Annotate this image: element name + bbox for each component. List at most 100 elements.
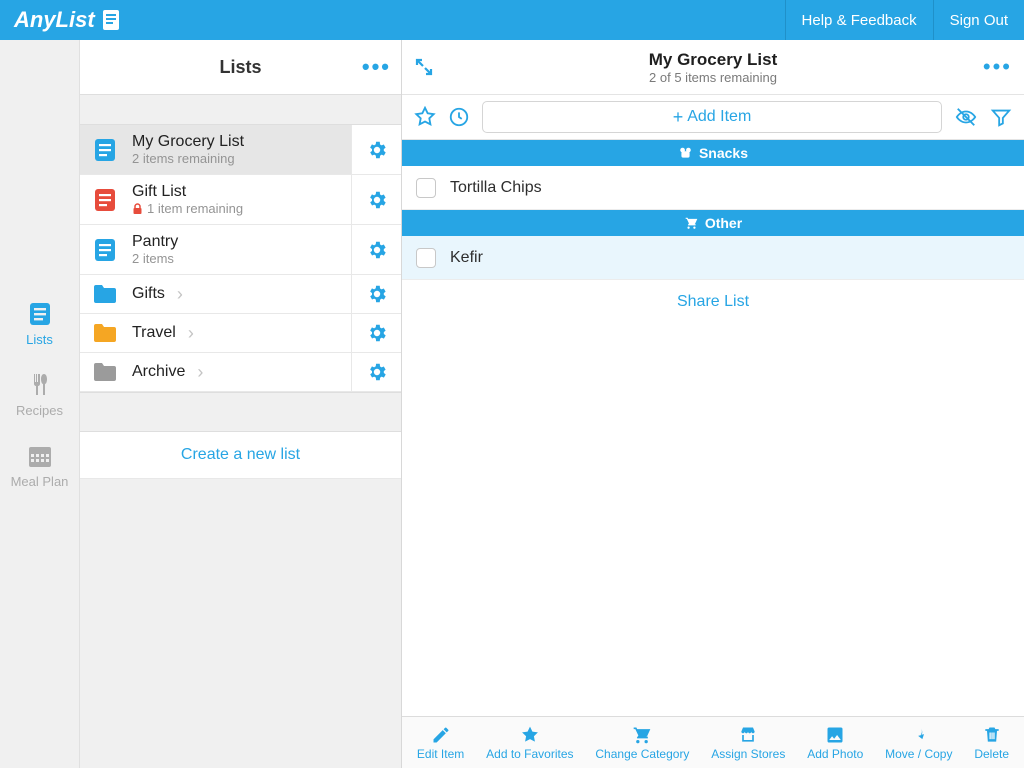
action-edit-item[interactable]: Edit Item [417,725,464,761]
add-item-input[interactable]: + Add Item [482,101,942,133]
lists-icon [26,300,54,328]
gear-icon [366,283,388,305]
list-open[interactable]: Gifts › [80,275,351,313]
action-delete-label: Delete [974,747,1009,761]
action-add-photo[interactable]: Add Photo [807,725,863,761]
expand-icon[interactable] [414,57,434,77]
item-name: Tortilla Chips [450,179,542,197]
recipes-icon [26,371,54,399]
brand-logo-icon [101,9,121,31]
item-checkbox[interactable] [416,248,436,268]
lists-header: Lists ••• [80,40,401,95]
action-category-label: Change Category [595,747,689,761]
list-open[interactable]: Pantry2 items [80,225,351,274]
folder-icon [90,361,120,383]
list-settings-button[interactable] [351,175,401,224]
list-name: Pantry [132,233,178,251]
lock-icon [132,203,143,215]
share-list-button[interactable]: Share List [402,280,1024,324]
action-change-category[interactable]: Change Category [595,725,689,761]
list-icon [90,187,120,213]
detail-title: My Grocery List [402,50,1024,70]
gear-icon [366,361,388,383]
list-name: Gift List [132,183,243,201]
rail-lists-label: Lists [26,332,53,347]
sign-out-button[interactable]: Sign Out [933,0,1024,40]
gear-icon [366,139,388,161]
list-open[interactable]: Archive › [80,353,351,391]
list-open[interactable]: Gift List1 item remaining [80,175,351,224]
detail-more-icon[interactable]: ••• [983,54,1012,80]
item-action-bar: Edit Item Add to Favorites Change Catego… [402,716,1024,768]
list-sub: 1 item remaining [132,201,243,216]
action-assign-stores[interactable]: Assign Stores [711,725,785,761]
rail-mealplan-label: Meal Plan [11,474,69,489]
list-row: My Grocery List2 items remaining [80,125,401,175]
list-settings-button[interactable] [351,275,401,313]
favorites-star-icon[interactable] [414,106,436,128]
chevron-right-icon: › [188,323,200,344]
list-settings-button[interactable] [351,353,401,391]
create-new-list-button[interactable]: Create a new list [80,432,401,479]
hide-crossed-icon[interactable] [954,106,978,128]
list-row: Gift List1 item remaining [80,175,401,225]
item-name: Kefir [450,249,483,267]
folder-row: Gifts › [80,275,401,314]
action-move-copy[interactable]: Move / Copy [885,725,952,761]
add-item-placeholder: Add Item [687,108,751,126]
brand: AnyList [0,0,135,40]
add-bar: + Add Item [402,95,1024,140]
list-row: Pantry2 items [80,225,401,275]
rail-recipes[interactable]: Recipes [16,371,63,418]
filter-icon[interactable] [990,106,1012,128]
folder-icon [90,322,120,344]
detail-column: My Grocery List 2 of 5 items remaining •… [402,40,1024,768]
lists-column: Lists ••• My Grocery List2 items remaini… [80,40,402,768]
meal-plan-icon [26,442,54,470]
list-settings-button[interactable] [351,125,401,174]
list-icon [90,237,120,263]
category-icon [684,216,699,230]
item-row[interactable]: Kefir [402,236,1024,280]
list-name: Travel [132,324,176,342]
action-fav-label: Add to Favorites [486,747,573,761]
action-add-favorites[interactable]: Add to Favorites [486,725,573,761]
category-icon [678,146,693,160]
lists-more-icon[interactable]: ••• [362,54,391,80]
list-open[interactable]: Travel › [80,314,351,352]
category-name: Other [705,215,742,231]
folder-row: Archive › [80,353,401,392]
chevron-right-icon: › [177,284,189,305]
list-sub: 2 items remaining [132,151,244,166]
list-icon [90,137,120,163]
gear-icon [366,189,388,211]
list-settings-button[interactable] [351,225,401,274]
lists-title: Lists [219,57,261,78]
action-stores-label: Assign Stores [711,747,785,761]
action-edit-label: Edit Item [417,747,464,761]
action-photo-label: Add Photo [807,747,863,761]
list-name: Gifts [132,285,165,303]
gear-icon [366,239,388,261]
folder-icon [90,283,120,305]
item-row[interactable]: Tortilla Chips [402,166,1024,210]
list-name: My Grocery List [132,133,244,151]
help-feedback-button[interactable]: Help & Feedback [785,0,933,40]
category-name: Snacks [699,145,748,161]
category-header[interactable]: Other [402,210,1024,236]
nav-rail: Lists Recipes Meal Plan [0,40,80,768]
chevron-right-icon: › [197,362,209,383]
item-checkbox[interactable] [416,178,436,198]
list-name: Archive [132,363,185,381]
list-open[interactable]: My Grocery List2 items remaining [80,125,351,174]
action-delete[interactable]: Delete [974,725,1009,761]
gear-icon [366,322,388,344]
recents-clock-icon[interactable] [448,106,470,128]
category-header[interactable]: Snacks [402,140,1024,166]
top-bar: AnyList Help & Feedback Sign Out [0,0,1024,40]
action-move-label: Move / Copy [885,747,952,761]
folder-row: Travel › [80,314,401,353]
list-settings-button[interactable] [351,314,401,352]
rail-lists[interactable]: Lists [26,300,54,347]
rail-mealplan[interactable]: Meal Plan [11,442,69,489]
